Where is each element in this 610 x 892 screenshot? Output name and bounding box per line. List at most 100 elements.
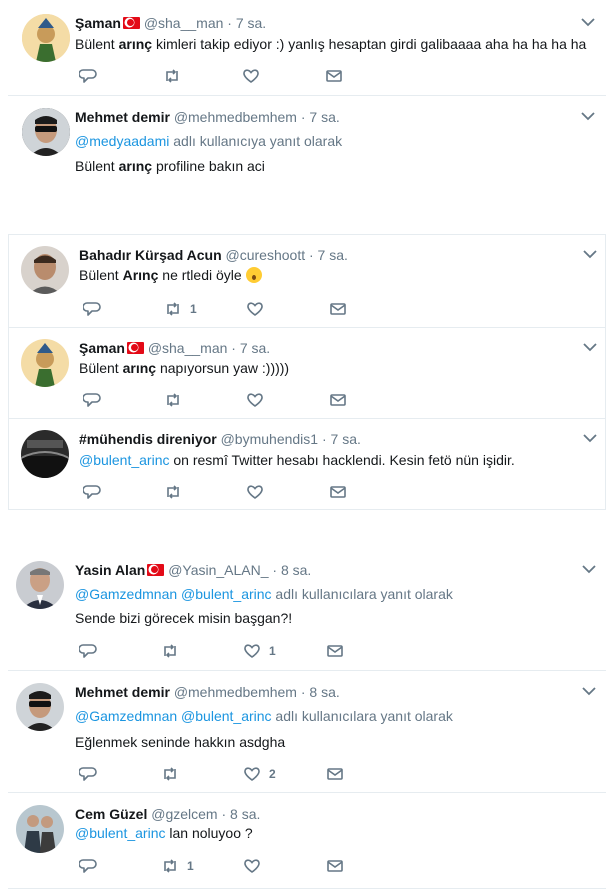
retweet-button[interactable] [163, 67, 189, 85]
chevron-down-icon[interactable] [582, 686, 596, 696]
author-handle[interactable]: @sha__man [148, 340, 228, 356]
reply-button[interactable] [83, 483, 109, 501]
retweet-button[interactable] [164, 391, 190, 409]
mention-link[interactable]: @bulent_arinc [181, 586, 272, 602]
like-button[interactable] [246, 483, 272, 501]
chevron-down-icon[interactable] [581, 111, 595, 121]
retweet-button[interactable] [161, 765, 187, 783]
message-button[interactable] [325, 67, 343, 85]
author-name[interactable]: Cem Güzel [75, 806, 147, 822]
author-handle[interactable]: @gzelcem [151, 806, 217, 822]
message-button[interactable] [326, 642, 344, 660]
author-name[interactable]: Şaman [75, 15, 121, 31]
timestamp[interactable]: · 8 sa. [301, 684, 340, 700]
like-button[interactable]: 2 [243, 765, 276, 783]
author-name[interactable]: Yasin Alan [75, 562, 145, 578]
mention-link[interactable]: @bulent_arinc [79, 452, 170, 468]
cartoon-avatar-icon [21, 339, 69, 387]
reply-button[interactable] [79, 857, 105, 875]
like-button[interactable] [243, 857, 269, 875]
timestamp[interactable]: · 7 sa. [227, 15, 266, 31]
reply-icon [79, 644, 97, 658]
like-button[interactable]: 1 [243, 642, 276, 660]
avatar[interactable] [16, 805, 64, 853]
author-handle[interactable]: @Yasin_ALAN_ [168, 562, 268, 578]
message-button[interactable] [329, 483, 347, 501]
like-count: 2 [269, 767, 276, 781]
avatar[interactable] [21, 430, 69, 478]
heart-icon [244, 859, 260, 873]
chevron-down-icon[interactable] [583, 433, 597, 443]
envelope-icon [330, 486, 346, 498]
author-name[interactable]: Şaman [79, 340, 125, 356]
message-button[interactable] [329, 391, 347, 409]
suit-avatar-icon [16, 561, 64, 609]
timestamp[interactable]: · 8 sa. [272, 562, 311, 578]
timestamp[interactable]: · 7 sa. [231, 340, 270, 356]
text-part-bold: arınç [122, 360, 157, 376]
reply-button[interactable] [79, 642, 105, 660]
text-part: on resmî Twitter hesabı hacklendi. Kesin… [169, 452, 515, 468]
envelope-icon [327, 645, 343, 657]
author-name[interactable]: #mühendis direniyor [79, 431, 217, 447]
like-button[interactable] [246, 300, 272, 318]
text-part-bold: arınç [118, 36, 153, 52]
timestamp[interactable]: · 8 sa. [221, 806, 260, 822]
tweet-card[interactable]: Yasin Alan @Yasin_ALAN_ · 8 sa. @Gamzedm… [8, 549, 606, 669]
reply-button[interactable] [83, 300, 109, 318]
mention-link[interactable]: @Gamzedmnan [75, 708, 177, 724]
tweet-card[interactable]: Mehmet demir @mehmedbemhem · 8 sa. @Gamz… [8, 671, 606, 791]
retweet-button[interactable]: 1 [161, 857, 194, 875]
chevron-down-icon[interactable] [581, 17, 595, 27]
mention-link[interactable]: @medyaadami [75, 133, 169, 149]
chevron-down-icon[interactable] [582, 564, 596, 574]
heart-icon [247, 393, 263, 407]
retweet-icon [164, 859, 176, 873]
chevron-down-icon[interactable] [583, 249, 597, 259]
mention-link[interactable]: @bulent_arinc [75, 825, 166, 841]
author-handle[interactable]: @mehmedbemhem [174, 109, 297, 125]
author-handle[interactable]: @sha__man [144, 15, 224, 31]
tweet-card[interactable]: Şaman @sha__man · 7 sa. Bülent arınç nap… [9, 328, 605, 418]
tweet-card[interactable]: Bahadır Kürşad Acun @cureshoott · 7 sa. … [9, 235, 605, 327]
reply-button[interactable] [83, 391, 109, 409]
avatar[interactable] [16, 561, 64, 609]
retweet-button[interactable] [161, 642, 187, 660]
tweet-card[interactable]: #mühendis direniyor @bymuhendis1 · 7 sa.… [9, 419, 605, 509]
tweet-card[interactable]: Şaman @sha__man · 7 sa. Bülent arınç kim… [8, 0, 606, 95]
tweet-card[interactable]: Mehmet demir @mehmedbemhem · 7 sa. @medy… [8, 96, 606, 216]
retweet-count: 1 [187, 859, 194, 873]
couple-avatar-icon [16, 805, 64, 853]
envelope-icon [327, 860, 343, 872]
reply-button[interactable] [79, 765, 105, 783]
author-name[interactable]: Mehmet demir [75, 109, 170, 125]
author-handle[interactable]: @bymuhendis1 [221, 431, 319, 447]
message-button[interactable] [326, 857, 344, 875]
tweet-card[interactable]: Cem Güzel @gzelcem · 8 sa. @bulent_arinc… [8, 793, 606, 888]
retweet-button[interactable] [164, 483, 190, 501]
avatar[interactable] [22, 14, 70, 62]
author-name[interactable]: Bahadır Kürşad Acun [79, 247, 222, 263]
avatar[interactable] [22, 108, 70, 156]
author-handle[interactable]: @mehmedbemhem [174, 684, 297, 700]
like-button[interactable] [242, 67, 268, 85]
chevron-down-icon[interactable] [583, 342, 597, 352]
avatar[interactable] [21, 339, 69, 387]
retweet-button[interactable]: 1 [164, 300, 197, 318]
timestamp[interactable]: · 7 sa. [301, 109, 340, 125]
message-button[interactable] [326, 765, 344, 783]
like-button[interactable] [246, 391, 272, 409]
text-part: lan noluyoo ? [165, 825, 253, 841]
reply-button[interactable] [79, 67, 105, 85]
tweet-text: @bulent_arinc on resmî Twitter hesabı ha… [79, 451, 515, 470]
retweet-icon [167, 393, 179, 407]
mention-link[interactable]: @Gamzedmnan [75, 586, 177, 602]
message-button[interactable] [329, 300, 347, 318]
author-name[interactable]: Mehmet demir [75, 684, 170, 700]
avatar[interactable] [21, 246, 69, 294]
mention-link[interactable]: @bulent_arinc [181, 708, 272, 724]
timestamp[interactable]: · 7 sa. [322, 431, 361, 447]
timestamp[interactable]: · 7 sa. [309, 247, 348, 263]
avatar[interactable] [16, 683, 64, 731]
author-handle[interactable]: @cureshoott [226, 247, 306, 263]
